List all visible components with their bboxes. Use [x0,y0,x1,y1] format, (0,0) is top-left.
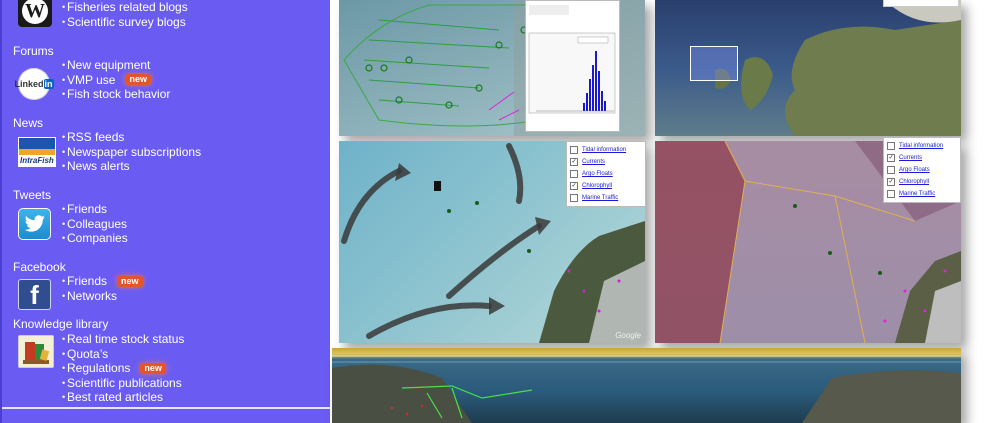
layer-checkbox-checked[interactable]: ✓ [887,154,895,162]
layer-checkbox[interactable] [887,166,895,174]
sidebar-item-stock-status[interactable]: • Real time stock status [62,332,184,347]
section-title-knowledge-library: Knowledge library [13,317,109,331]
europe-satellite-map[interactable] [655,0,961,136]
layer-tidal[interactable]: Tidal information [887,140,957,152]
facebook-icon[interactable]: f [18,279,51,310]
sidebar-item-regulations[interactable]: • Regulations new [62,361,184,376]
layers-panel-right: Tidal information ✓ Currents Argo Floats … [883,137,961,203]
new-badge: new [117,275,143,287]
layer-checkbox-checked[interactable]: ✓ [887,178,895,186]
sidebar-item-best-rated-articles[interactable]: • Best rated articles [62,390,184,405]
histogram-chart [528,5,616,114]
section-title-forums: Forums [13,44,54,58]
length-histogram-window[interactable] [525,0,620,132]
section-title-news: News [13,116,44,130]
layer-checkbox-checked[interactable]: ✓ [570,182,578,190]
seabed-3d-view[interactable] [332,348,961,423]
seabed-terrain [332,355,961,423]
bird-icon [24,215,45,232]
sidebar-item-colleagues[interactable]: • Colleagues [62,217,128,232]
sidebar-item-fish-stock-behavior[interactable]: • Fish stock behavior [62,87,170,102]
sidebar-item-scientific-publications[interactable]: • Scientific publications [62,376,184,391]
layers-panel-left: Tidal information ✓ Currents Argo Floats … [566,141,646,207]
sidebar-item-newspaper-subscriptions[interactable]: • Newspaper subscriptions [62,145,201,160]
section-title-facebook: Facebook [13,260,66,274]
sidebar-item-companies[interactable]: • Companies [62,231,128,246]
map-control-tab[interactable] [883,0,959,7]
layer-marine-traffic[interactable]: Marine Traffic [570,192,642,204]
map-attribution: Google [615,331,641,340]
twitter-icon[interactable] [18,208,51,240]
intrafish-icon[interactable]: IntraFish [18,137,56,167]
layer-checkbox-checked[interactable]: ✓ [570,158,578,166]
layer-checkbox[interactable] [570,146,578,154]
layer-argo[interactable]: Argo Floats [887,164,957,176]
sidebar-item-survey-blogs[interactable]: • Scientific survey blogs [62,15,188,30]
layer-currents[interactable]: ✓ Currents [887,152,957,164]
sidebar-panel: W • Fisheries related blogs • Scientific s… [0,0,330,423]
area-selection-box[interactable] [690,46,738,81]
layer-chlorophyll[interactable]: ✓ Chlorophyll [887,176,957,188]
section-title-tweets: Tweets [13,188,52,202]
new-badge: new [140,362,166,374]
layer-tidal[interactable]: Tidal information [570,144,642,156]
sidebar-item-fisheries-blogs[interactable]: • Fisheries related blogs [62,0,188,15]
sidebar-divider [2,407,330,409]
layer-checkbox[interactable] [570,170,578,178]
layer-marine-traffic[interactable]: Marine Traffic [887,188,957,200]
sidebar-item-quotas[interactable]: • Quota’s [62,347,184,362]
layer-checkbox[interactable] [570,194,578,202]
sidebar-item-tweets-friends[interactable]: • Friends [62,202,128,217]
new-badge: new [125,74,151,86]
sidebar-item-news-alerts[interactable]: • News alerts [62,159,201,174]
layer-chlorophyll[interactable]: ✓ Chlorophyll [570,180,642,192]
sidebar-item-facebook-friends[interactable]: • Friends new [62,274,143,289]
layer-currents[interactable]: ✓ Currents [570,156,642,168]
sidebar-item-new-equipment[interactable]: • New equipment [62,58,170,73]
layer-checkbox[interactable] [887,190,895,198]
linkedin-icon[interactable]: Linkedin [15,68,54,100]
sidebar-item-vmp-use[interactable]: • VMP use new [62,73,170,88]
layer-argo[interactable]: Argo Floats [570,168,642,180]
wordpress-icon[interactable]: W [18,0,52,27]
layer-checkbox[interactable] [887,142,895,150]
sidebar-item-rss-feeds[interactable]: • RSS feeds [62,130,201,145]
books-icon[interactable] [18,335,54,368]
sidebar-item-networks[interactable]: • Networks [62,289,143,304]
